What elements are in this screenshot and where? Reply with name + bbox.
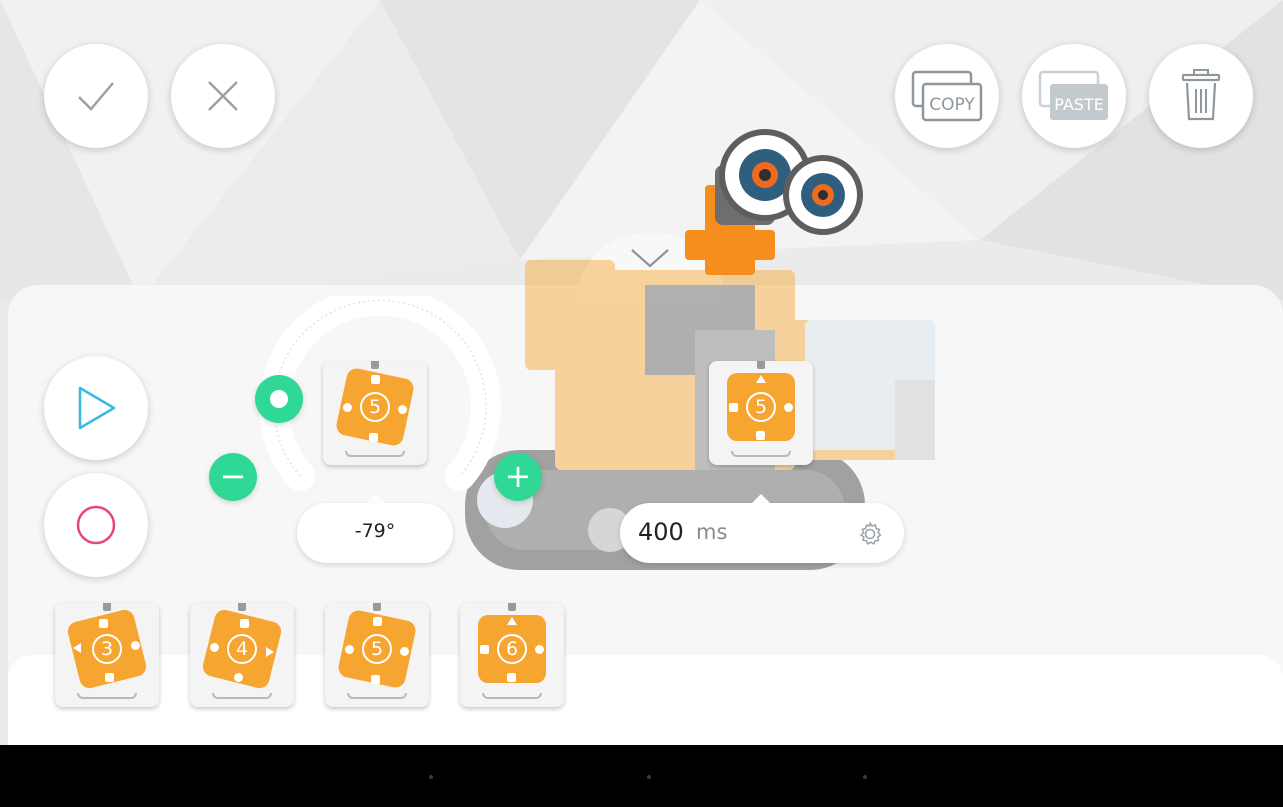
handle-dot <box>270 390 288 408</box>
paste-label: PASTE <box>1054 95 1104 114</box>
duration-pill[interactable]: 400 ms <box>620 503 904 563</box>
angle-value-pill[interactable]: -79° <box>297 503 453 563</box>
paste-icon: PASTE <box>1038 70 1108 120</box>
record-button[interactable] <box>44 473 148 577</box>
confirm-button[interactable] <box>44 44 148 148</box>
servo-number: 6 <box>497 634 527 664</box>
servo-number: 4 <box>227 634 257 664</box>
servo-number: 5 <box>360 392 390 422</box>
servo-number: 3 <box>92 634 122 664</box>
duration-unit: ms <box>696 520 728 544</box>
frame-servo-card[interactable]: 5 <box>709 361 813 465</box>
copy-icon: COPY <box>911 70 983 122</box>
tray-servo-card[interactable]: 5 <box>325 603 429 707</box>
servo-number: 5 <box>746 392 776 422</box>
angle-value: -79° <box>354 520 396 542</box>
servo-number: 5 <box>362 634 392 664</box>
decrease-angle-button[interactable]: − <box>209 453 257 501</box>
tray-servo-card[interactable]: 6 <box>460 603 564 707</box>
tray-servo-card[interactable]: 4 <box>190 603 294 707</box>
copy-label: COPY <box>929 95 975 115</box>
trash-icon <box>1181 69 1221 121</box>
cancel-button[interactable] <box>171 44 275 148</box>
play-icon <box>78 386 116 430</box>
close-icon <box>208 81 238 111</box>
nav-home-button[interactable] <box>647 775 651 779</box>
checkmark-icon <box>78 82 114 111</box>
system-navigation-bar <box>0 745 1283 807</box>
angle-slider-handle[interactable] <box>255 375 303 423</box>
increase-angle-button[interactable]: + <box>494 453 542 501</box>
play-button[interactable] <box>44 356 148 460</box>
record-icon <box>76 505 116 545</box>
nav-back-button[interactable] <box>429 775 433 779</box>
duration-value: 400 <box>638 518 684 546</box>
gear-icon[interactable] <box>857 521 883 547</box>
tray-servo-card[interactable]: 3 <box>55 603 159 707</box>
paste-button[interactable]: PASTE <box>1022 44 1126 148</box>
selected-servo-card[interactable]: 5 <box>323 361 427 465</box>
nav-recents-button[interactable] <box>863 775 867 779</box>
delete-button[interactable] <box>1149 44 1253 148</box>
